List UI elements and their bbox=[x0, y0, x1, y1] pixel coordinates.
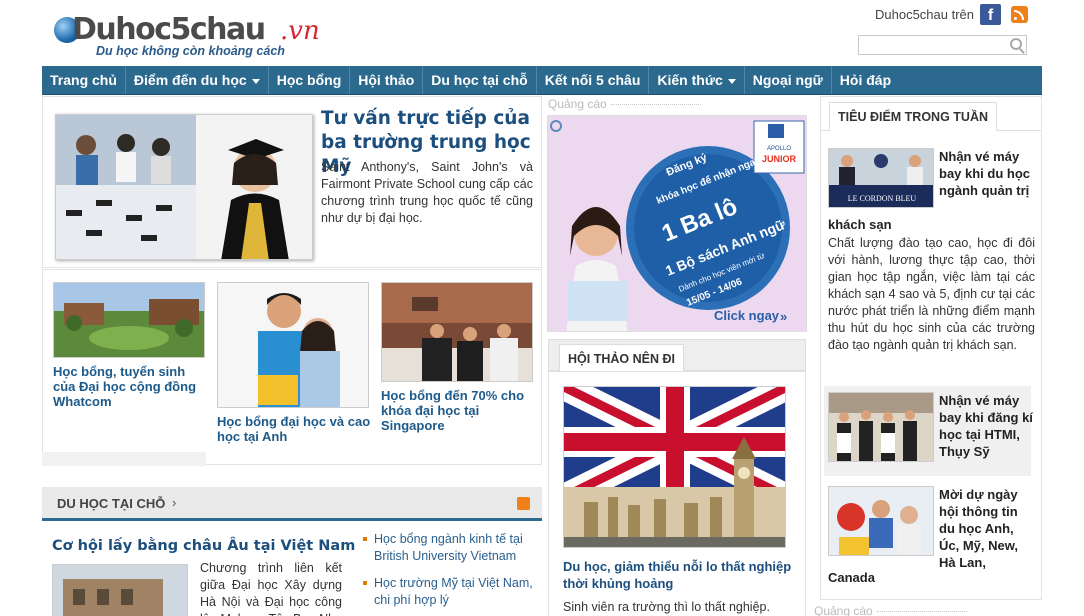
scholarship-image[interactable] bbox=[381, 282, 533, 382]
ad-brand-bottom: JUNIOR bbox=[762, 154, 797, 164]
scholarship-caption[interactable]: Học bổng đại học và cao học tại Anh bbox=[217, 414, 373, 444]
scholarship-caption[interactable]: Học bổng, tuyển sinh của Đại học cộng đồ… bbox=[53, 364, 209, 409]
nav-item-trang-chu[interactable]: Trang chủ bbox=[42, 66, 126, 94]
chevron-down-icon bbox=[727, 78, 736, 84]
featured-description: Saint Anthony's, Saint John's và Fairmon… bbox=[321, 160, 533, 225]
tieu-diem-image[interactable] bbox=[828, 392, 934, 462]
duhoc-article-description: Chương trình liên kết giữa Đại học Xây d… bbox=[200, 561, 342, 616]
scholarship-card[interactable]: Học bổng, tuyển sinh của Đại học cộng đồ… bbox=[53, 282, 209, 409]
tab-tieu-diem[interactable]: TIÊU ĐIỂM TRONG TUẦN bbox=[829, 102, 997, 131]
hoi-thao-panel: Du học, giảm thiểu nỗi lo thất nghiệp th… bbox=[548, 371, 806, 616]
list-item[interactable]: Học trường Mỹ tại Việt Nam, chi phí hợp … bbox=[362, 575, 534, 609]
section-header-du-hoc-tai-cho[interactable]: DU HỌC TẠI CHỖ › bbox=[42, 487, 542, 521]
ad-label: Quảng cáo bbox=[548, 97, 701, 111]
nav-item-ngoai-ngu[interactable]: Ngoại ngữ bbox=[745, 66, 832, 94]
tieu-diem-description: Chất lượng đào tạo cao, học đi đôi với h… bbox=[828, 236, 1035, 352]
scholarship-card[interactable]: Học bổng đại học và cao học tại Anh bbox=[217, 282, 373, 444]
ad-brand-top: APOLLO bbox=[767, 146, 791, 152]
nav-item-du-hoc-tai-cho[interactable]: Du học tại chỗ bbox=[423, 66, 537, 94]
scholarship-row: Học bổng, tuyển sinh của Đại học cộng đồ… bbox=[42, 269, 542, 465]
scholarship-card[interactable]: Học bổng đến 70% cho khóa đại học tại Si… bbox=[381, 282, 537, 433]
rss-icon[interactable] bbox=[517, 497, 530, 510]
nav-item-kien-thuc[interactable]: Kiến thức bbox=[649, 66, 745, 94]
facebook-icon[interactable]: f bbox=[980, 3, 1001, 25]
featured-image[interactable] bbox=[55, 114, 313, 260]
ad-banner[interactable]: APOLLO JUNIOR Đăng ký khóa học để nhận n… bbox=[547, 115, 807, 332]
chevron-down-icon bbox=[251, 78, 260, 84]
nav-item-ket-noi[interactable]: Kết nối 5 châu bbox=[537, 66, 650, 94]
ad-cta[interactable]: Click ngay bbox=[714, 308, 780, 323]
tieu-diem-title-tail[interactable]: Canada bbox=[828, 569, 875, 586]
duhoc-article-image[interactable] bbox=[52, 564, 188, 616]
logo-slogan: Du học không còn khoảng cách bbox=[96, 44, 285, 58]
nav-item-diem-den[interactable]: Điểm đến du học bbox=[126, 66, 269, 94]
tieu-diem-title-tail[interactable]: khách sạn bbox=[828, 216, 892, 233]
tieu-diem-image[interactable] bbox=[828, 486, 934, 556]
list-item[interactable]: Học bổng ngành kinh tế tại British Unive… bbox=[362, 531, 534, 565]
hoi-thao-image[interactable] bbox=[563, 386, 786, 548]
search-box bbox=[858, 35, 1027, 55]
search-input[interactable] bbox=[859, 36, 1005, 54]
tieu-diem-panel: TIÊU ĐIỂM TRONG TUẦN LE CORDON BLEU Nhận… bbox=[820, 96, 1042, 600]
img-text-cordon-bleu: LE CORDON BLEU bbox=[848, 194, 917, 203]
nav-item-hoi-dap[interactable]: Hỏi đáp bbox=[832, 66, 899, 94]
featured-article: Tư vấn trực tiếp của ba trường trung học… bbox=[42, 96, 542, 268]
ad-label: Quảng cáo bbox=[814, 604, 967, 616]
site-logo[interactable]: Duhoc5chau .vn Du học không còn khoảng c… bbox=[54, 12, 334, 64]
scholarship-caption[interactable]: Học bổng đến 70% cho khóa đại học tại Si… bbox=[381, 388, 537, 433]
rss-icon[interactable] bbox=[1011, 5, 1028, 23]
chevron-right-icon[interactable]: › bbox=[172, 495, 176, 510]
tab-hoi-thao-nen-di[interactable]: HỘI THẢO NÊN ĐI bbox=[559, 344, 684, 372]
search-icon[interactable] bbox=[1010, 38, 1022, 50]
scholarship-image[interactable] bbox=[217, 282, 369, 408]
social-label: Duhoc5chau trên bbox=[874, 6, 974, 22]
logo-name: Duhoc5chau bbox=[72, 12, 266, 47]
hoi-thao-title[interactable]: Du học, giảm thiểu nỗi lo thất nghiệp th… bbox=[563, 558, 793, 592]
duhoc-article-title[interactable]: Cơ hội lấy bằng châu Âu tại Việt Nam bbox=[52, 538, 355, 554]
hoi-thao-description: Sinh viên ra trường thì lo thất nghiệp. bbox=[563, 600, 770, 614]
duhoc-related-list: Học bổng ngành kinh tế tại British Unive… bbox=[362, 531, 534, 616]
main-nav: Trang chủ Điểm đến du học Học bổng Hội t… bbox=[42, 66, 1042, 95]
logo-tld: .vn bbox=[280, 16, 320, 46]
tieu-diem-title[interactable]: Nhận vé máy bay khi đăng kí học tại HTMI… bbox=[939, 392, 1036, 460]
social-links: Duhoc5chau trên f bbox=[875, 3, 1028, 25]
hoi-thao-header: HỘI THẢO NÊN ĐI bbox=[548, 339, 806, 372]
nav-item-hoc-bong[interactable]: Học bổng bbox=[269, 66, 351, 94]
section-title[interactable]: DU HỌC TẠI CHỖ bbox=[57, 496, 165, 511]
tieu-diem-title[interactable]: Mời dự ngày hội thông tin du học Anh, Úc… bbox=[939, 486, 1036, 571]
tieu-diem-image[interactable]: LE CORDON BLEU bbox=[828, 148, 934, 208]
nav-item-hoi-thao[interactable]: Hội thảo bbox=[350, 66, 424, 94]
tieu-diem-title[interactable]: Nhận vé máy bay khi du học ngành quản tr… bbox=[939, 148, 1036, 199]
divider bbox=[42, 452, 206, 466]
scholarship-image[interactable] bbox=[53, 282, 205, 358]
svg-text:»: » bbox=[780, 309, 787, 324]
